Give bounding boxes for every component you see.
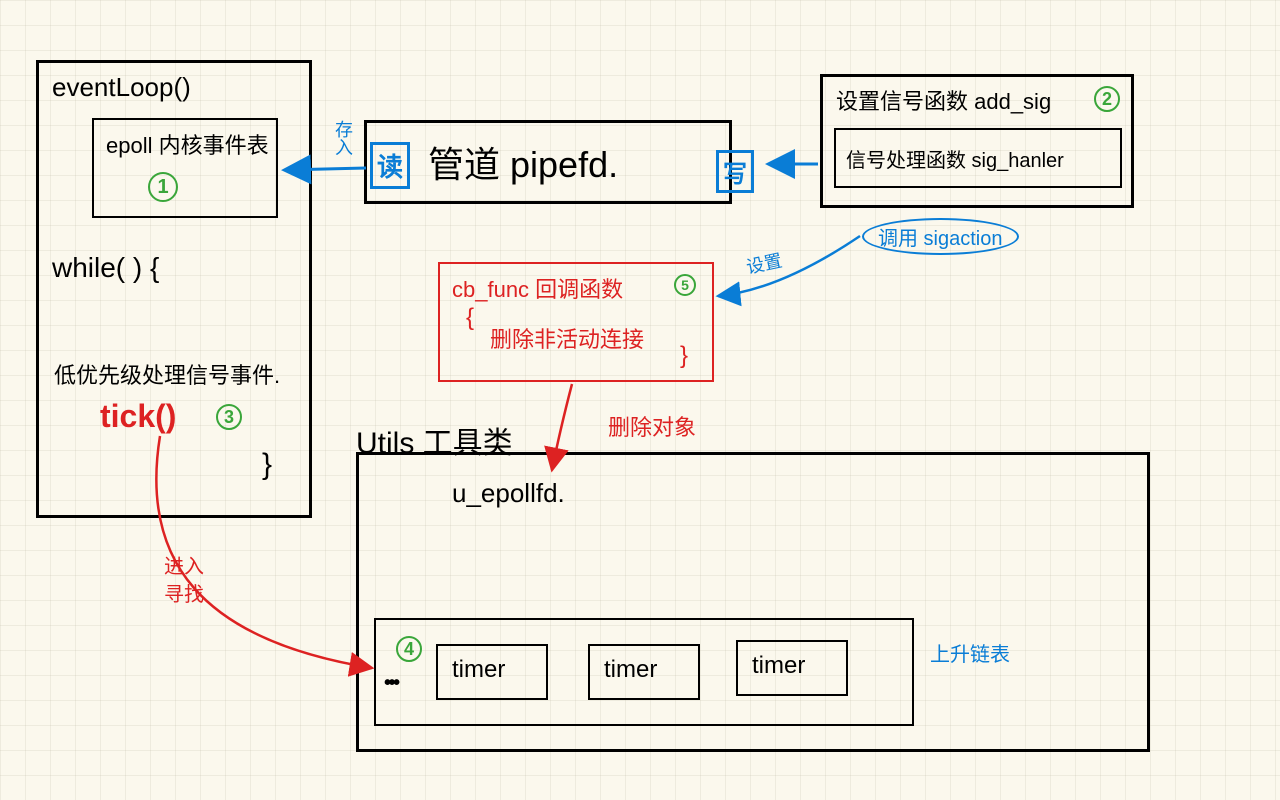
utils-epollfd: u_epollfd. bbox=[452, 478, 565, 509]
pipe-read-icon: 读 bbox=[370, 142, 410, 189]
close-brace: } bbox=[262, 448, 272, 482]
tick-label: tick() bbox=[100, 398, 176, 435]
num-5: 5 bbox=[674, 274, 696, 296]
pipe-write-icon: 写 bbox=[716, 150, 754, 193]
num-3: 3 bbox=[216, 404, 242, 430]
timer-label-3: timer bbox=[752, 652, 805, 680]
num-1: 1 bbox=[148, 172, 178, 202]
sigaction-label: 调用 sigaction bbox=[862, 218, 1019, 255]
num-4: 4 bbox=[396, 636, 422, 662]
pipe-title: 管道 pipefd. bbox=[428, 136, 618, 188]
timer-label-1: timer bbox=[452, 656, 505, 684]
save-in-label: 存入 bbox=[330, 120, 356, 156]
cbfunc-close: } bbox=[680, 342, 688, 370]
set-label: 设置 bbox=[744, 247, 785, 280]
while-label: while( ) { bbox=[52, 252, 159, 284]
signal-handler-label: 信号处理函数 sig_hanler bbox=[846, 144, 1064, 173]
uplink-label: 上升链表 bbox=[930, 638, 1010, 667]
cbfunc-title: cb_func 回调函数 bbox=[452, 272, 623, 304]
cbfunc-open: { bbox=[466, 304, 474, 332]
num-2: 2 bbox=[1094, 86, 1120, 112]
cbfunc-body: 删除非活动连接 bbox=[490, 322, 644, 354]
timer-dots: • • • bbox=[384, 672, 396, 695]
epoll-label: epoll 内核事件表 bbox=[106, 128, 269, 160]
enter-find-label-2: 寻找 bbox=[164, 578, 204, 607]
delete-obj-label: 删除对象 bbox=[608, 410, 696, 442]
timer-label-2: timer bbox=[604, 656, 657, 684]
low-priority-label: 低优先级处理信号事件. bbox=[54, 358, 280, 390]
eventloop-title: eventLoop() bbox=[52, 72, 191, 103]
enter-find-label-1: 进入 bbox=[164, 550, 204, 579]
signal-title: 设置信号函数 add_sig bbox=[836, 84, 1051, 116]
